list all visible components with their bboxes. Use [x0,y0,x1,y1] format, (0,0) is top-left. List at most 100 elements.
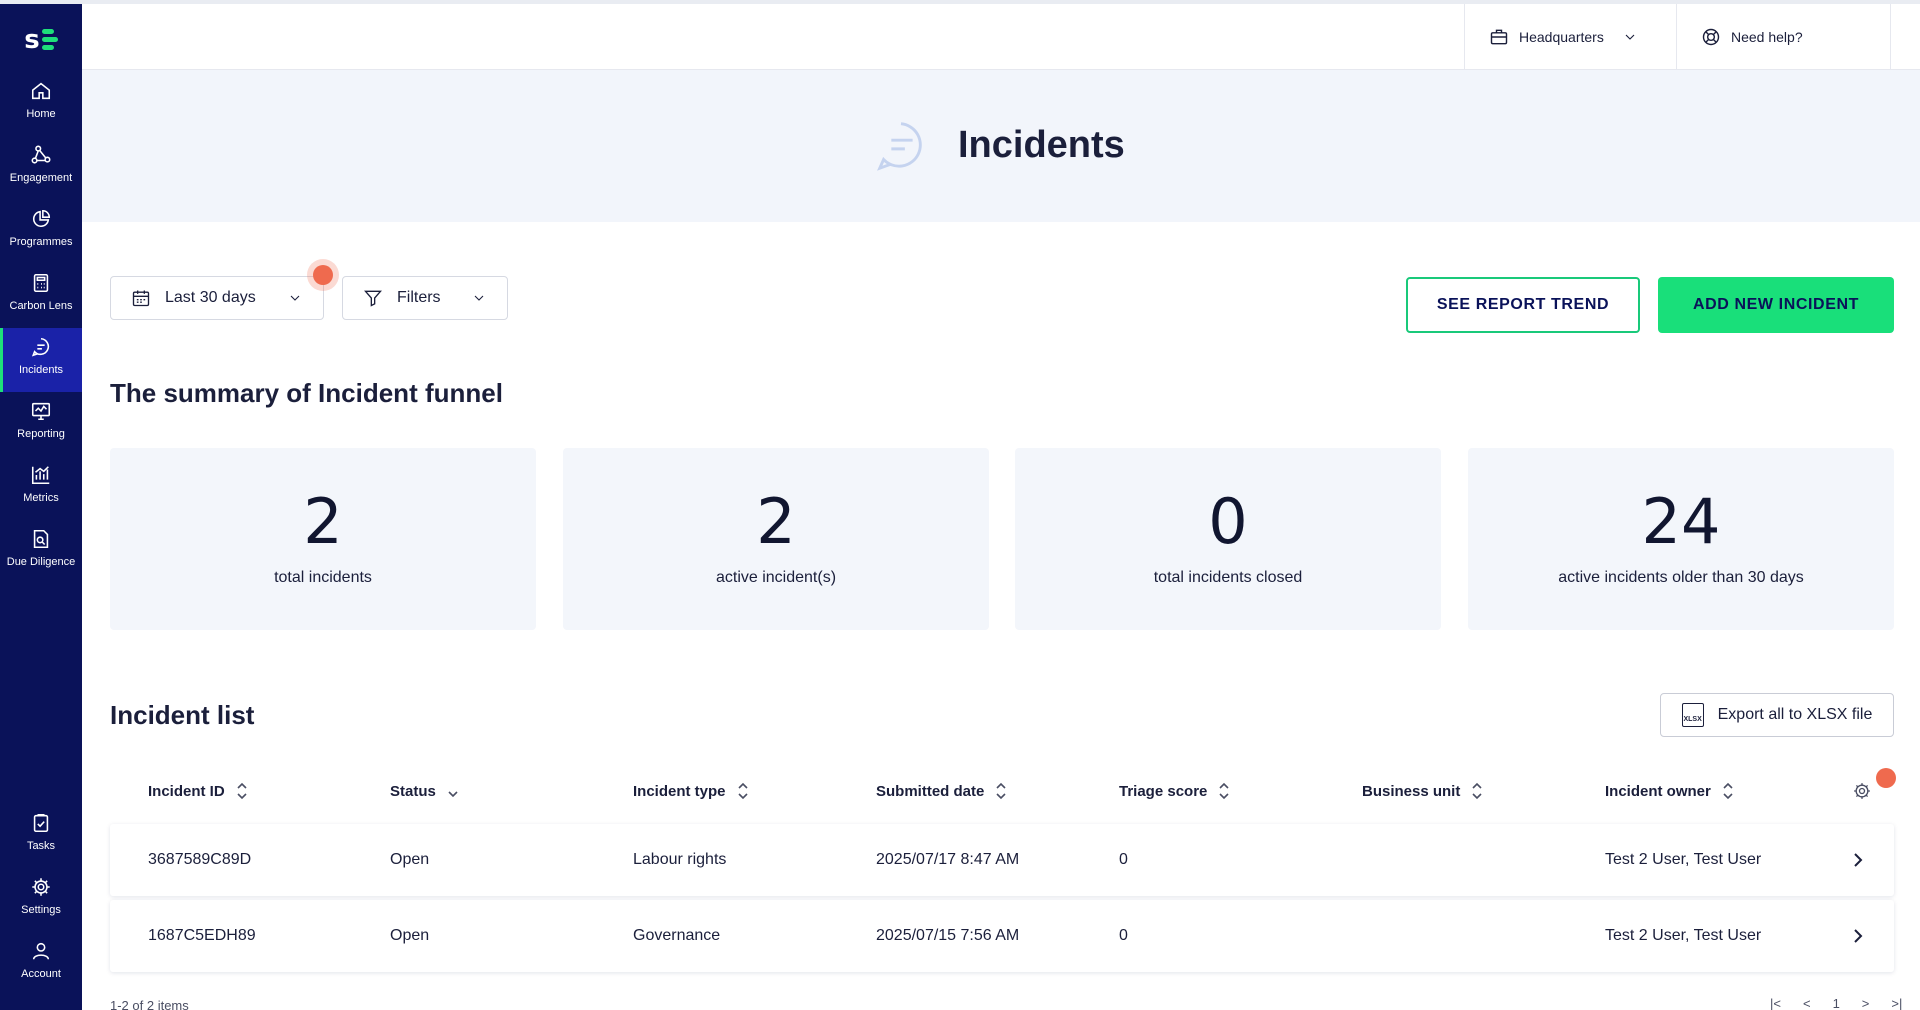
column-triage-score[interactable]: Triage score [1119,768,1231,814]
sidebar: s Home Engagement Programmes Carbon Lens… [0,4,82,1010]
sort-icon [1723,782,1733,800]
gear-icon [1854,783,1870,799]
column-status[interactable]: Status [390,768,460,814]
sidebar-item-due-diligence[interactable]: Due Diligence [0,520,82,584]
sidebar-item-label: Tasks [26,840,56,852]
column-label: Business unit [1362,782,1461,800]
app-logo[interactable]: s [0,18,82,62]
sidebar-item-label: Due Diligence [6,556,76,568]
summary-title: The summary of Incident funnel [110,378,503,408]
summary-value: 24 [1641,485,1721,558]
summary-value: 2 [756,485,796,558]
page-title-group: Incidents [872,116,1125,174]
cell-submitted-date: 2025/07/17 8:47 AM [876,851,1020,868]
cell-incident-id: 1687C5EDH89 [148,927,256,944]
chat-icon [31,337,50,357]
sidebar-item-label: Engagement [9,172,73,184]
sidebar-item-label: Reporting [17,428,65,440]
table-row[interactable]: 3687589C89D Open Labour rights 2025/07/1… [110,824,1894,896]
sidebar-item-carbon-lens[interactable]: Carbon Lens [0,264,82,328]
current-page[interactable]: 1 [1833,996,1840,1010]
export-label: Export all to XLSX file [1717,706,1873,723]
sidebar-item-label: Programmes [9,236,73,248]
monitor-chart-icon [31,402,51,421]
sidebar-item-label: Carbon Lens [9,300,73,312]
summary-value: 0 [1208,485,1248,558]
sidebar-item-reporting[interactable]: Reporting [0,392,82,456]
summary-card-closed: 0 total incidents closed [1015,448,1441,630]
sidebar-item-label: Home [26,108,56,120]
sort-icon [1472,782,1482,800]
column-business-unit[interactable]: Business unit [1362,768,1484,814]
cell-status: Open [390,851,430,868]
sidebar-item-account[interactable]: Account [0,932,82,996]
date-range-select[interactable]: Last 30 days [110,276,324,320]
logo-mark-icon [41,27,58,53]
sort-desc-icon [448,791,458,798]
sidebar-item-label: Settings [21,904,61,916]
cell-incident-owner: Test 2 User, Test User [1605,927,1762,944]
chevron-down-icon [1625,34,1635,40]
column-incident-id[interactable]: Incident ID [148,768,249,814]
summary-caption: total incidents [274,569,372,586]
export-xlsx-button[interactable]: XLSX Export all to XLSX file [1660,693,1894,737]
last-page-icon[interactable]: >| [1891,996,1902,1010]
attention-indicator [1876,768,1896,788]
sidebar-item-home[interactable]: Home [0,72,82,136]
column-label: Submitted date [876,782,985,800]
page-title: Incidents [958,123,1125,166]
sidebar-item-programmes[interactable]: Programmes [0,200,82,264]
column-settings-button[interactable] [1852,768,1872,814]
prev-page-icon[interactable]: < [1803,996,1811,1010]
logout-button[interactable] [1890,4,1920,70]
sidebar-item-tasks[interactable]: Tasks [0,804,82,868]
column-label: Status [390,782,436,800]
first-page-icon[interactable]: |< [1770,996,1781,1010]
briefcase-icon [1490,29,1508,45]
top-bar: Headquarters Need help? [82,4,1920,70]
incidents-chat-icon [877,122,922,171]
bar-chart-icon [31,466,50,485]
table-row[interactable]: 1687C5EDH89 Open Governance 2025/07/15 7… [110,900,1894,972]
next-page-icon[interactable]: > [1862,996,1870,1010]
org-label: Headquarters [1519,29,1604,45]
sort-icon [996,782,1006,800]
filters-select[interactable]: Filters [342,276,508,320]
user-icon [32,942,50,960]
sidebar-item-label: Metrics [23,492,59,504]
summary-caption: active incidents older than 30 days [1558,569,1804,586]
document-search-icon [33,529,49,549]
org-selector[interactable]: Headquarters [1464,4,1676,70]
summary-caption: total incidents closed [1153,569,1303,586]
sidebar-item-label: Account [21,968,61,980]
chevron-right-icon[interactable] [1850,926,1866,946]
incident-list-title: Incident list [110,700,255,730]
page-header: Incidents [82,70,1920,222]
cell-triage-score: 0 [1119,927,1128,944]
column-label: Incident owner [1605,782,1711,800]
gear-icon [32,878,50,896]
column-incident-type[interactable]: Incident type [633,768,750,814]
sidebar-item-incidents[interactable]: Incidents [0,328,82,392]
cell-incident-type: Labour rights [633,851,727,868]
cell-incident-id: 3687589C89D [148,851,252,868]
sort-icon [1219,782,1229,800]
see-report-trend-button[interactable]: SEE REPORT TREND [1406,277,1640,333]
help-label: Need help? [1731,29,1803,45]
summary-value: 2 [303,485,343,558]
date-range-label: Last 30 days [165,289,256,306]
column-label: Incident ID [148,782,225,800]
sidebar-item-engagement[interactable]: Engagement [0,136,82,200]
column-label: Triage score [1119,782,1208,800]
sidebar-item-metrics[interactable]: Metrics [0,456,82,520]
column-submitted-date[interactable]: Submitted date [876,768,1008,814]
chevron-down-icon [474,295,484,301]
chevron-right-icon[interactable] [1850,850,1866,870]
column-incident-owner[interactable]: Incident owner [1605,768,1735,814]
logo-letter: s [24,25,40,55]
help-button[interactable]: Need help? [1676,4,1890,70]
summary-card-total: 2 total incidents [110,448,536,630]
add-new-incident-button[interactable]: ADD NEW INCIDENT [1658,277,1894,333]
sidebar-item-label: Incidents [18,364,64,376]
sidebar-item-settings[interactable]: Settings [0,868,82,932]
